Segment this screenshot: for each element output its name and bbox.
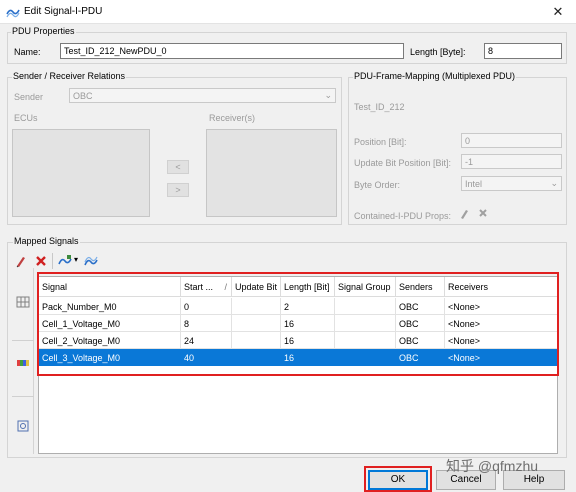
byte-order-label: Byte Order:: [354, 180, 401, 190]
sender-value: OBC: [73, 91, 93, 101]
mapped-signals-table[interactable]: Signal Start ... / Update Bit Length [Bi…: [38, 276, 558, 454]
cell-signal-group[interactable]: [335, 332, 396, 349]
ok-button[interactable]: OK: [368, 470, 428, 490]
cell-start[interactable]: 0: [181, 298, 232, 315]
pdu-properties-legend: PDU Properties: [11, 26, 76, 36]
close-icon[interactable]: ✕: [549, 3, 567, 21]
edit-pencil-icon[interactable]: [14, 254, 28, 268]
receivers-label: Receiver(s): [209, 113, 256, 123]
cell-start[interactable]: 24: [181, 332, 232, 349]
cell-update-bit[interactable]: [232, 315, 281, 332]
cell-signal[interactable]: Cell_3_Voltage_M0: [39, 349, 181, 366]
settings-icon[interactable]: [17, 420, 29, 432]
position-field[interactable]: 0: [461, 133, 562, 148]
mapped-signals-legend: Mapped Signals: [13, 236, 80, 246]
chevron-down-icon: ⌄: [550, 178, 558, 188]
grid-view-icon[interactable]: [16, 296, 30, 308]
column-header-signal-group[interactable]: Signal Group: [335, 277, 396, 297]
move-left-button[interactable]: <: [167, 160, 189, 174]
cell-update-bit[interactable]: [232, 298, 281, 315]
cell-senders[interactable]: OBC: [396, 332, 445, 349]
cell-length[interactable]: 16: [281, 315, 335, 332]
cell-length[interactable]: 2: [281, 298, 335, 315]
column-header-receivers[interactable]: Receivers: [445, 277, 557, 297]
sidebar-divider: [12, 396, 34, 397]
title-bar: Edit Signal-I-PDU ✕: [0, 0, 576, 24]
column-header-start-label: Start ...: [184, 282, 214, 292]
cell-signal[interactable]: Cell_2_Voltage_M0: [39, 332, 181, 349]
sender-receiver-legend: Sender / Receiver Relations: [12, 71, 127, 81]
sender-combobox[interactable]: OBC ⌄: [69, 88, 336, 103]
map-signal-group-icon[interactable]: [84, 254, 98, 268]
delete-x-icon[interactable]: [34, 254, 48, 268]
cell-signal-group[interactable]: [335, 349, 396, 366]
move-right-button[interactable]: >: [167, 183, 189, 197]
cell-senders[interactable]: OBC: [396, 349, 445, 366]
receivers-list[interactable]: [206, 129, 337, 217]
window-title: Edit Signal-I-PDU: [24, 6, 103, 17]
cell-start[interactable]: 40: [181, 349, 232, 366]
cell-signal-group[interactable]: [335, 298, 396, 315]
cell-receivers[interactable]: <None>: [445, 332, 557, 349]
toolbar-divider: [52, 253, 53, 269]
update-bit-field[interactable]: -1: [461, 154, 562, 169]
cell-length[interactable]: 16: [281, 332, 335, 349]
update-bit-label: Update Bit Position [Bit]:: [354, 158, 452, 168]
length-field[interactable]: 8: [484, 43, 562, 59]
chevron-down-icon: ⌄: [324, 90, 332, 100]
map-signal-icon[interactable]: [58, 254, 72, 268]
column-header-senders[interactable]: Senders: [396, 277, 445, 297]
cell-receivers[interactable]: <None>: [445, 315, 557, 332]
column-header-start[interactable]: Start ... /: [181, 277, 232, 297]
byte-order-value: Intel: [465, 179, 483, 189]
sort-indicator-icon: /: [224, 282, 227, 292]
length-label: Length [Byte]:: [410, 47, 466, 57]
cell-senders[interactable]: OBC: [396, 298, 445, 315]
sender-label: Sender: [14, 92, 44, 102]
cell-update-bit[interactable]: [232, 349, 281, 366]
position-label: Position [Bit]:: [354, 137, 407, 147]
dropdown-arrow-icon[interactable]: ▾: [74, 255, 78, 264]
cell-update-bit[interactable]: [232, 332, 281, 349]
name-label: Name:: [14, 47, 41, 57]
cell-receivers[interactable]: <None>: [445, 349, 557, 366]
bit-layout-icon[interactable]: [16, 358, 30, 368]
cell-signal[interactable]: Pack_Number_M0: [39, 298, 181, 315]
frame-name: Test_ID_212: [354, 102, 405, 112]
cell-start[interactable]: 8: [181, 315, 232, 332]
cell-receivers[interactable]: <None>: [445, 298, 557, 315]
edit-pencil-icon[interactable]: [459, 208, 469, 220]
contained-props-label: Contained-I-PDU Props:: [354, 211, 452, 221]
column-header-update-bit[interactable]: Update Bit: [232, 277, 281, 297]
cell-length[interactable]: 16: [281, 349, 335, 366]
app-icon: [6, 9, 20, 18]
byte-order-combobox[interactable]: Intel ⌄: [461, 176, 562, 191]
frame-mapping-legend: PDU-Frame-Mapping (Multiplexed PDU): [353, 71, 517, 81]
ecus-list[interactable]: [12, 129, 150, 217]
name-field[interactable]: Test_ID_212_NewPDU_0: [60, 43, 404, 59]
ecus-label: ECUs: [14, 113, 38, 123]
cell-signal[interactable]: Cell_1_Voltage_M0: [39, 315, 181, 332]
watermark: 知乎 @qfmzhu: [446, 458, 539, 474]
cell-senders[interactable]: OBC: [396, 315, 445, 332]
frame-mapping-group: [348, 77, 567, 225]
cell-signal-group[interactable]: [335, 315, 396, 332]
column-header-signal[interactable]: Signal: [39, 277, 181, 297]
column-header-length[interactable]: Length [Bit]: [281, 277, 335, 297]
sidebar-divider: [12, 340, 34, 341]
delete-x-icon[interactable]: [478, 208, 488, 218]
